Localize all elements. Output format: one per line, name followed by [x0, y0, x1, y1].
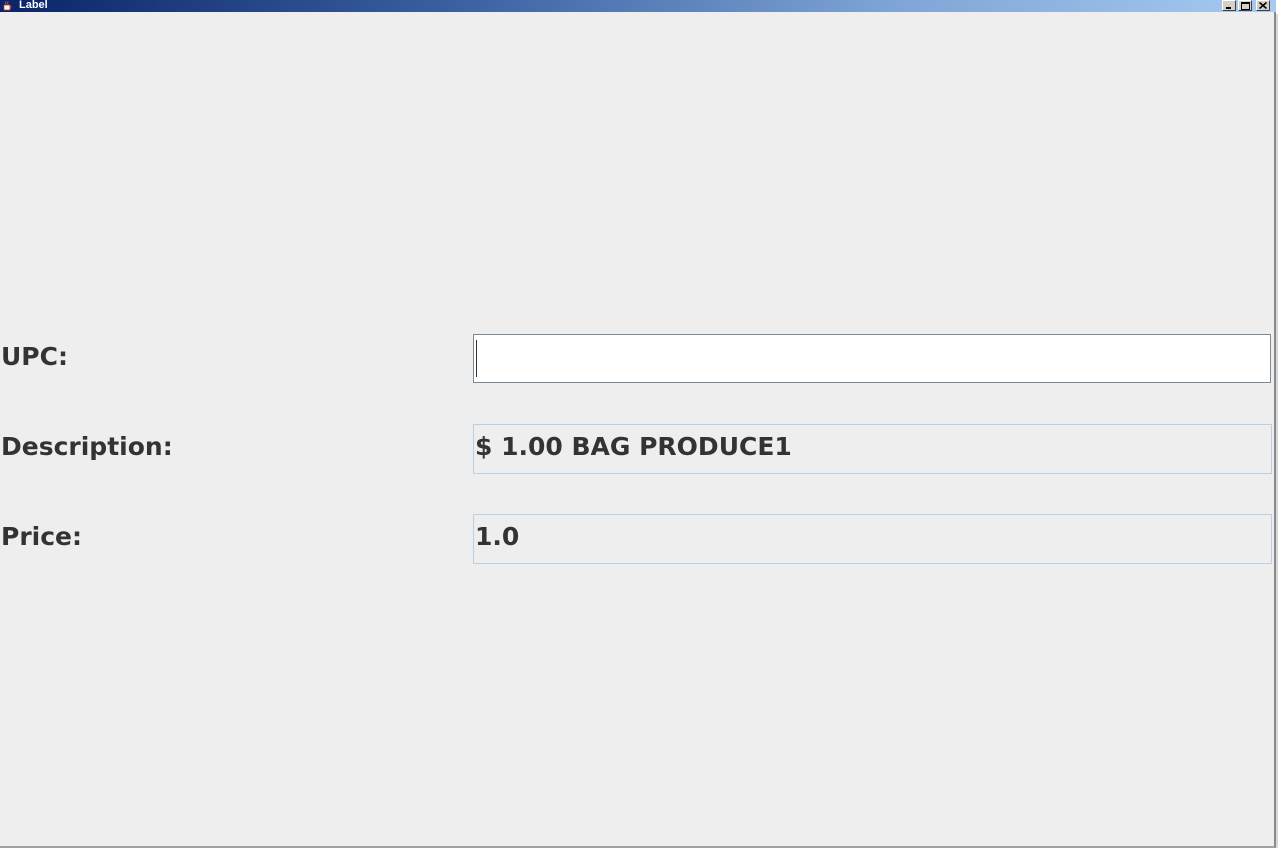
description-field: $ 1.00 BAG PRODUCE1 [473, 424, 1272, 474]
upc-input[interactable] [473, 334, 1271, 383]
price-field: 1.0 [473, 514, 1272, 564]
window-title: Label [19, 0, 48, 11]
app-window: Label UPC: Description: $ 1.00 BAG PRODU… [0, 0, 1276, 848]
java-cup-icon [3, 1, 12, 11]
price-label: Price: [1, 522, 82, 551]
close-button[interactable] [1256, 0, 1270, 11]
maximize-icon [1240, 1, 1250, 10]
minimize-button[interactable] [1222, 0, 1236, 11]
text-caret [476, 340, 477, 377]
maximize-button[interactable] [1238, 0, 1252, 11]
close-icon [1259, 2, 1267, 9]
title-bar[interactable]: Label [0, 0, 1276, 12]
minimize-icon [1226, 7, 1231, 9]
upc-label: UPC: [1, 342, 68, 371]
description-label: Description: [1, 432, 173, 461]
